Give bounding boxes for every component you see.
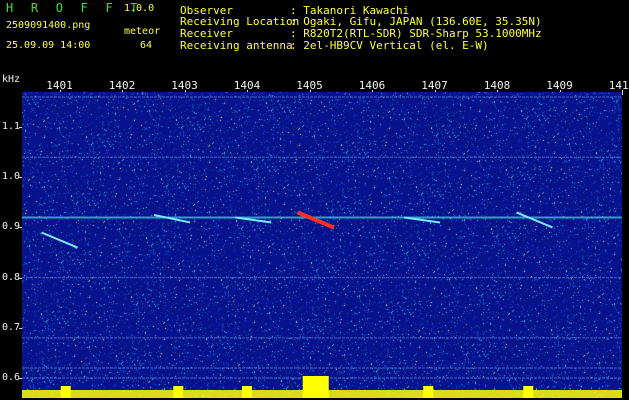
y-axis-unit: kHz [2,74,21,85]
meteor-echo [516,211,553,229]
activity-peak [173,386,184,398]
detection-label: meteor [124,26,161,37]
antenna-value: : 2el-HB9CV Vertical (el. E-W) [290,39,489,52]
activity-peak [60,386,71,398]
x-tick-label: 1410 [608,79,629,92]
activity-peak [302,376,329,398]
y-tick-label: 0.7 [2,321,21,333]
meteor-echo [153,213,191,224]
spectrogram [22,92,622,398]
meteor-echo [296,210,335,230]
y-tick-label: 0.6 [2,372,21,383]
y-tick-label: 1.1 [2,121,21,133]
activity-peak [242,386,252,398]
x-tick-mark [622,90,623,95]
hrofft-screenshot: H R O F F T 1.0.0 2509091400.png meteor … [0,0,629,400]
datetime-label: 25.09.09 14:00 [6,40,91,51]
antenna-label: Receiving antenna [180,39,293,52]
y-tick-label: 0.9 [2,221,21,233]
y-tick-label: 0.8 [2,271,21,283]
app-title: H R O F F T [6,1,143,15]
detection-count: 64 [140,40,153,51]
app-version: 1.0.0 [124,3,155,14]
meteor-echo [41,231,78,249]
spectrogram-overlay [22,96,622,398]
activity-peak [423,386,434,398]
activity-peak [523,386,534,398]
y-tick-label: 1.0 [2,171,21,183]
filename-label: 2509091400.png [6,20,91,31]
